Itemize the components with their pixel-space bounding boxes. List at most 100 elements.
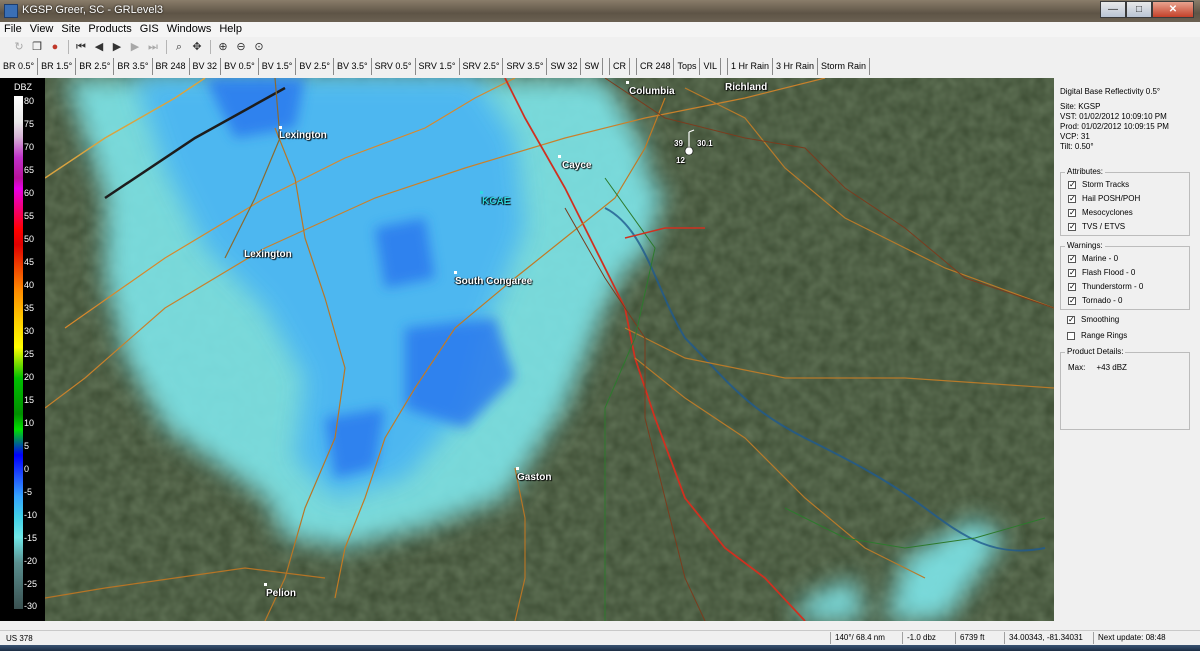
product-tab[interactable]: BV 3.5° [334,58,372,75]
product-tab[interactable]: Storm Rain [818,58,871,75]
warning-checkbox-marine[interactable]: ✓ Marine - 0 [1068,254,1118,263]
warning-checkbox-tornado[interactable]: ✓ Tornado - 0 [1068,296,1122,305]
product-tab[interactable]: SRV 3.5° [503,58,548,75]
menu-gis[interactable]: GIS [136,22,163,37]
menu-bar: File View Site Products GIS Windows Help [0,22,1200,37]
city-dot [516,467,519,470]
dbz-tick: 65 [24,165,35,175]
zoom-in-icon[interactable]: ⊕ [216,40,230,54]
menu-view[interactable]: View [26,22,58,37]
dbz-tick: -15 [24,533,38,543]
product-tab[interactable]: BR 3.5° [114,58,153,75]
product-tab[interactable]: SRV 2.5° [460,58,504,75]
smoothing-checkbox[interactable]: ✓ Smoothing [1067,315,1119,324]
product-tab[interactable]: SW 32 [547,58,582,75]
county-label-lexington: Lexington [244,249,292,260]
city-label-south-congaree: South Congaree [455,276,533,287]
checkbox-label: Mesocyclones [1082,208,1133,217]
taskbar [0,645,1200,651]
checkbox-label: Tornado - 0 [1082,296,1123,305]
dbz-legend-header: DBZ [14,82,32,92]
dbz-tick: 30 [24,326,35,336]
first-frame-icon[interactable]: ⏮ [74,40,88,54]
product-tab[interactable]: BV 32 [190,58,222,75]
checkbox-unchecked-icon [1067,331,1075,340]
play-icon[interactable]: ▶ [110,40,124,54]
dbz-tick: 40 [24,280,35,290]
product-tilt: Tilt: 0.50° [1060,142,1094,151]
range-rings-checkbox[interactable]: Range Rings [1067,331,1127,340]
product-info-panel: Digital Base Reflectivity 0.5° Site: KGS… [1054,78,1200,621]
window-title: KGSP Greer, SC - GRLevel3 [22,4,164,16]
radar-map-canvas [45,78,1054,621]
product-vcp: VCP: 31 [1060,132,1090,141]
product-tab[interactable]: Tops [674,58,701,75]
city-label-lexington: Lexington [279,130,327,141]
product-tab[interactable]: BV 2.5° [296,58,334,75]
checkbox-checked-icon: ✓ [1068,207,1076,217]
product-tab[interactable]: SRV 1.5° [416,58,460,75]
menu-products[interactable]: Products [84,22,135,37]
attribute-checkbox-hail[interactable]: ✓ Hail POSH/POH [1068,194,1140,203]
city-dot [454,271,457,274]
minimize-button[interactable]: — [1100,1,1126,18]
checkbox-label: Hail POSH/POH [1082,194,1141,203]
product-site: Site: KGSP [1060,102,1101,111]
zoom-out-icon[interactable]: ⊖ [234,40,248,54]
dbz-tick: 80 [24,96,35,106]
product-tab[interactable]: BR 0.5° [0,58,39,75]
product-tab[interactable]: BR 1.5° [38,58,77,75]
checkbox-label: Thunderstorm - 0 [1082,282,1144,291]
last-frame-icon[interactable]: ⏭ [146,40,160,54]
dbz-tick: 20 [24,372,35,382]
title-bar: KGSP Greer, SC - GRLevel3 — □ ✕ [0,0,1200,22]
product-tab[interactable]: BR 248 [153,58,190,75]
product-tab[interactable]: VIL [700,58,721,75]
dbz-tick: 55 [24,211,35,221]
zoom-reset-icon[interactable]: ⊙ [252,40,266,54]
dbz-tick: -30 [24,601,38,611]
copy-icon[interactable]: ❐ [30,40,44,54]
warning-checkbox-thunderstorm[interactable]: ✓ Thunderstorm - 0 [1068,282,1143,291]
zoom-icon[interactable]: ⌕ [172,40,186,54]
dbz-tick: -20 [24,556,38,566]
menu-file[interactable]: File [0,22,26,37]
close-button[interactable]: ✕ [1152,1,1194,18]
product-vst: VST: 01/02/2012 10:09:10 PM [1060,112,1167,121]
attribute-checkbox-mesocyclones[interactable]: ✓ Mesocyclones [1068,208,1133,217]
product-prod-time: Prod: 01/02/2012 10:09:15 PM [1060,122,1169,131]
product-tab[interactable]: BR 2.5° [76,58,115,75]
city-dot [279,126,282,129]
product-tab[interactable]: SRV 0.5° [372,58,416,75]
dbz-tick: 70 [24,142,35,152]
product-tab[interactable]: SW [581,58,603,75]
next-frame-icon[interactable]: ▶ [128,40,142,54]
pan-icon[interactable]: ✥ [190,40,204,54]
menu-help[interactable]: Help [215,22,246,37]
prev-frame-icon[interactable]: ◀ [92,40,106,54]
attribute-checkbox-tvs[interactable]: ✓ TVS / ETVS [1068,222,1125,231]
record-icon[interactable]: ● [48,40,62,54]
product-details-title: Product Details: [1065,347,1126,356]
attribute-checkbox-storm-tracks[interactable]: ✓ Storm Tracks [1068,180,1129,189]
product-tab[interactable]: BV 1.5° [259,58,297,75]
dbz-tick: 35 [24,303,35,313]
checkbox-label: TVS / ETVS [1082,222,1126,231]
product-title: Digital Base Reflectivity 0.5° [1060,87,1161,96]
menu-site[interactable]: Site [57,22,84,37]
product-tab[interactable]: BV 0.5° [221,58,259,75]
checkbox-checked-icon: ✓ [1068,281,1076,291]
refresh-icon[interactable]: ↻ [12,40,26,54]
product-tab[interactable]: 3 Hr Rain [773,58,819,75]
product-tab[interactable]: CR [608,58,630,75]
dbz-tick: 75 [24,119,35,129]
dbz-legend: DBZ 80 75 70 65 60 55 50 45 40 35 30 25 … [0,78,45,621]
radar-site-label-kcae[interactable]: KCAE [482,196,510,207]
warning-checkbox-flash-flood[interactable]: ✓ Flash Flood - 0 [1068,268,1135,277]
radar-map[interactable]: Columbia Richland Lexington Cayce KCAE L… [45,78,1054,621]
menu-windows[interactable]: Windows [163,22,216,37]
maximize-button[interactable]: □ [1126,1,1152,18]
dbz-tick: 0 [24,464,30,474]
product-tab[interactable]: CR 248 [635,58,675,75]
product-tab[interactable]: 1 Hr Rain [727,58,774,75]
